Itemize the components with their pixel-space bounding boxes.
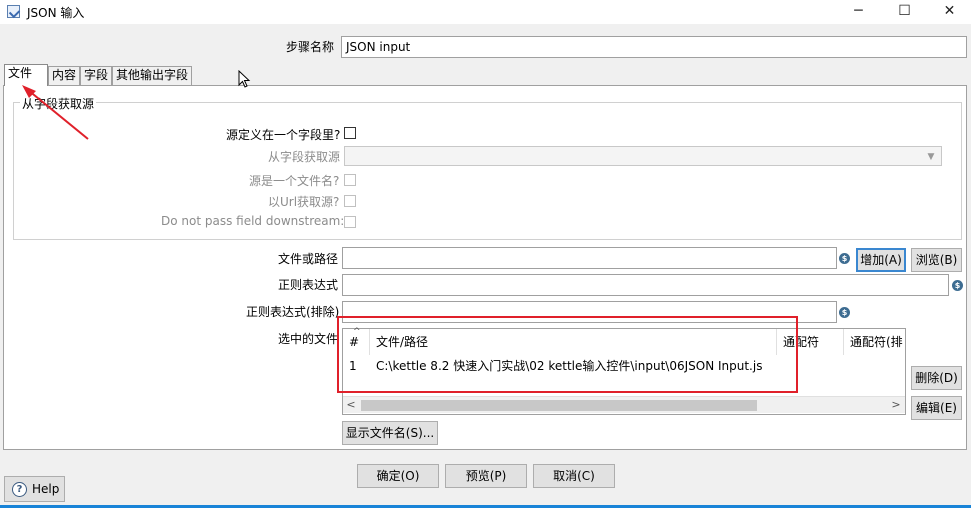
scroll-right-icon[interactable]: >: [889, 398, 903, 412]
regex-label: 正则表达式: [278, 278, 339, 292]
tab-file-label: 文件: [8, 66, 33, 80]
help-label: Help: [32, 482, 60, 496]
source-is-filename-label: 源是一个文件名?: [249, 174, 340, 188]
table-horizontal-scrollbar[interactable]: < >: [343, 396, 905, 413]
delete-button[interactable]: 删除(D): [911, 366, 962, 390]
source-from-field-group: [13, 102, 962, 240]
maximize-button[interactable]: ☐: [882, 0, 927, 24]
source-in-field-checkbox[interactable]: [344, 127, 356, 139]
ok-button[interactable]: 确定(O): [357, 464, 439, 488]
do-not-pass-checkbox[interactable]: [344, 216, 356, 228]
file-or-dir-input[interactable]: [342, 247, 837, 269]
step-name-label: 步骤名称: [286, 40, 335, 54]
preview-button[interactable]: 预览(P): [445, 464, 527, 488]
get-from-field-label: 从字段获取源: [268, 150, 341, 164]
column-header-wildcard-exclude[interactable]: 通配符(排: [844, 329, 906, 355]
read-source-as-url-label: 以Url获取源?: [268, 195, 340, 209]
selected-files-label: 选中的文件: [278, 332, 339, 346]
file-or-dir-label: 文件或路径: [278, 252, 339, 266]
scrollbar-thumb[interactable]: [361, 400, 757, 411]
scroll-left-icon[interactable]: <: [344, 398, 358, 412]
browse-button[interactable]: 浏览(B): [911, 248, 962, 272]
app-icon: [7, 5, 20, 18]
step-name-input[interactable]: JSON input: [341, 36, 967, 58]
tab-content-label: 内容: [52, 68, 77, 82]
tab-fields-label: 字段: [84, 68, 109, 82]
do-not-pass-label: Do not pass field downstream:: [161, 214, 345, 228]
annotation-arrow-icon: [22, 85, 89, 140]
show-filenames-button[interactable]: 显示文件名(S)...: [342, 421, 438, 445]
exclude-regex-label: 正则表达式(排除): [246, 305, 340, 319]
cancel-button[interactable]: 取消(C): [533, 464, 615, 488]
variable-icon: $: [952, 280, 963, 291]
source-is-filename-checkbox[interactable]: [344, 174, 356, 186]
mouse-cursor-icon: [238, 70, 251, 88]
add-button[interactable]: 增加(A): [856, 248, 906, 272]
tab-additional-fields[interactable]: 其他输出字段: [112, 66, 192, 85]
edit-button[interactable]: 编辑(E): [911, 396, 962, 420]
window-title: JSON 输入: [27, 6, 85, 20]
close-button[interactable]: ✕: [927, 0, 971, 24]
variable-icon: $: [839, 307, 850, 318]
chevron-down-icon: ▼: [927, 152, 935, 162]
table-cell-wildcard-exclude[interactable]: [844, 355, 906, 377]
annotation-highlight-box: [337, 316, 798, 393]
title-bar: JSON 输入 ─ ☐ ✕: [0, 0, 971, 24]
source-in-field-label: 源定义在一个字段里?: [226, 128, 341, 142]
read-source-as-url-checkbox[interactable]: [344, 195, 356, 207]
regex-input[interactable]: [342, 274, 949, 296]
variable-icon: $: [839, 253, 850, 264]
get-from-field-select[interactable]: ▼: [344, 146, 942, 166]
help-icon: ?: [12, 482, 27, 497]
tab-additional-fields-label: 其他输出字段: [116, 68, 189, 82]
column-header-wildcard-exclude-label: 通配符(排: [850, 335, 903, 349]
help-button[interactable]: ? Help: [4, 476, 65, 502]
minimize-button[interactable]: ─: [836, 0, 881, 24]
